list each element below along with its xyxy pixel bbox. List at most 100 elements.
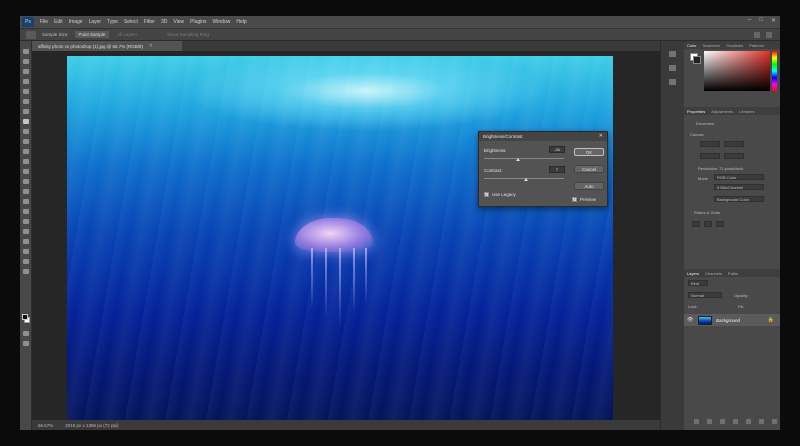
tab-adjustments[interactable]: Adjustments: [708, 109, 736, 114]
lasso-tool-icon[interactable]: [23, 79, 29, 84]
mask-icon[interactable]: [720, 419, 725, 424]
tab-patterns[interactable]: Patterns: [746, 43, 767, 48]
menu-select[interactable]: Select: [121, 19, 141, 25]
tab-properties[interactable]: Properties: [684, 109, 708, 114]
close-window-button[interactable]: ✕: [771, 17, 776, 24]
artboard-tool-icon[interactable]: [23, 59, 29, 64]
guides-icon[interactable]: [716, 221, 724, 227]
menu-image[interactable]: Image: [66, 19, 86, 25]
y-field[interactable]: [724, 153, 744, 159]
fill-select[interactable]: Background Color: [714, 196, 764, 202]
cancel-button[interactable]: Cancel: [574, 165, 604, 173]
history-icon[interactable]: [669, 51, 676, 57]
menu-view[interactable]: View: [170, 19, 187, 25]
tab-gradients[interactable]: Gradients: [723, 43, 746, 48]
width-field[interactable]: [700, 141, 720, 147]
fx-icon[interactable]: [707, 419, 712, 424]
contrast-slider-handle[interactable]: [524, 178, 529, 181]
clone-stamp-icon[interactable]: [23, 149, 29, 154]
mode-select[interactable]: RGB Color: [714, 174, 764, 180]
tab-paths[interactable]: Paths: [725, 271, 741, 276]
brush-tool-icon[interactable]: [23, 139, 29, 144]
brightness-slider[interactable]: [484, 158, 564, 161]
character-icon[interactable]: [669, 65, 676, 71]
brightness-input[interactable]: -34: [549, 146, 565, 153]
eraser-tool-icon[interactable]: [23, 169, 29, 174]
foreground-color-swatch[interactable]: [22, 314, 28, 320]
tab-color[interactable]: Color: [684, 43, 700, 48]
screen-mode-icon[interactable]: [23, 341, 29, 346]
contrast-slider[interactable]: [484, 178, 564, 181]
paragraph-icon[interactable]: [669, 79, 676, 85]
search-icon[interactable]: [754, 32, 760, 38]
menu-3d[interactable]: 3D: [158, 19, 170, 25]
eyedropper-tool-icon[interactable]: [26, 30, 36, 39]
close-document-icon[interactable]: ✕: [149, 43, 153, 49]
menu-layer[interactable]: Layer: [86, 19, 105, 25]
eye-icon[interactable]: 👁: [687, 317, 695, 323]
menu-help[interactable]: Help: [233, 19, 249, 25]
color-picker-field[interactable]: [704, 51, 770, 91]
menu-edit[interactable]: Edit: [51, 19, 66, 25]
dialog-close-icon[interactable]: ✕: [599, 133, 603, 139]
quick-mask-icon[interactable]: [23, 331, 29, 336]
x-field[interactable]: [724, 141, 744, 147]
menu-plugins[interactable]: Plugins: [187, 19, 209, 25]
dialog-title-bar[interactable]: Brightness/Contrast ✕: [479, 132, 607, 141]
tab-layers[interactable]: Layers: [684, 271, 702, 276]
document-tab[interactable]: affinity photo vs photoshop (1).jpg @ 66…: [32, 41, 182, 51]
gradient-tool-icon[interactable]: [23, 179, 29, 184]
grid-icon[interactable]: [704, 221, 712, 227]
pen-tool-icon[interactable]: [23, 209, 29, 214]
minimize-button[interactable]: –: [748, 17, 751, 24]
show-sampling-ring-checkbox[interactable]: Show Sampling Ring: [167, 32, 209, 37]
brightness-slider-handle[interactable]: [516, 158, 521, 161]
zoom-level[interactable]: 66.67%: [38, 423, 53, 428]
ok-button[interactable]: OK: [574, 148, 604, 156]
sample-layers-select[interactable]: All Layers: [117, 32, 137, 37]
tab-channels[interactable]: Channels: [702, 271, 725, 276]
new-layer-icon[interactable]: [759, 419, 764, 424]
dodge-tool-icon[interactable]: [23, 199, 29, 204]
frame-tool-icon[interactable]: [23, 109, 29, 114]
background-swatch[interactable]: [693, 56, 701, 64]
eyedropper-tool-icon[interactable]: [23, 119, 29, 124]
more-tools-icon[interactable]: [23, 269, 29, 274]
path-select-icon[interactable]: [23, 229, 29, 234]
menu-filter[interactable]: Filter: [141, 19, 158, 25]
contrast-input[interactable]: 7: [549, 166, 565, 173]
menu-window[interactable]: Window: [210, 19, 234, 25]
height-field[interactable]: [700, 153, 720, 159]
blur-tool-icon[interactable]: [23, 189, 29, 194]
tab-libraries[interactable]: Libraries: [736, 109, 757, 114]
workspace-icon[interactable]: [766, 32, 772, 38]
maximize-button[interactable]: □: [759, 17, 763, 24]
object-select-tool-icon[interactable]: [23, 89, 29, 94]
sample-size-select[interactable]: Point Sample: [74, 31, 110, 38]
tab-swatches[interactable]: Swatches: [700, 43, 723, 48]
hue-slider[interactable]: [772, 51, 777, 91]
marquee-tool-icon[interactable]: [23, 69, 29, 74]
history-brush-icon[interactable]: [23, 159, 29, 164]
link-layers-icon[interactable]: [694, 419, 699, 424]
use-legacy-checkbox[interactable]: ✓: [484, 192, 489, 197]
move-tool-icon[interactable]: [23, 49, 29, 54]
zoom-tool-icon[interactable]: [23, 259, 29, 264]
layer-row-background[interactable]: 👁 Background 🔒: [684, 314, 780, 326]
crop-tool-icon[interactable]: [23, 99, 29, 104]
group-icon[interactable]: [746, 419, 751, 424]
menu-file[interactable]: File: [37, 19, 51, 25]
rectangle-tool-icon[interactable]: [23, 239, 29, 244]
auto-button[interactable]: Auto: [574, 182, 604, 190]
document-canvas[interactable]: [67, 56, 613, 420]
healing-brush-icon[interactable]: [23, 129, 29, 134]
hand-tool-icon[interactable]: [23, 249, 29, 254]
blend-mode-select[interactable]: Normal: [688, 292, 722, 298]
menu-type[interactable]: Type: [104, 19, 121, 25]
adjustment-layer-icon[interactable]: [733, 419, 738, 424]
trash-icon[interactable]: [772, 419, 777, 424]
bit-depth-select[interactable]: 8 Bits/Channel: [714, 184, 764, 190]
layer-filter-kind[interactable]: Kind: [688, 280, 708, 286]
type-tool-icon[interactable]: [23, 219, 29, 224]
preview-checkbox[interactable]: ✓: [572, 197, 577, 202]
